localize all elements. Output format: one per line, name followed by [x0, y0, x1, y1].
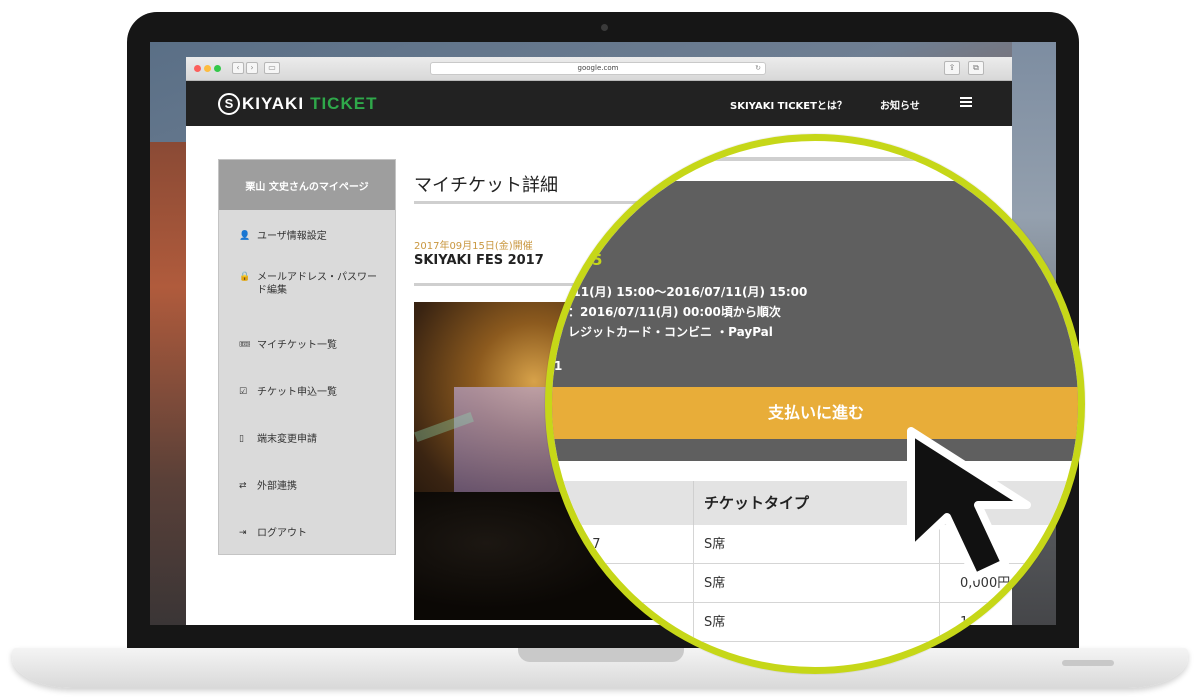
address-bar[interactable]: google.com ↻ [430, 62, 766, 75]
sidebar-header: 栗山 文史さんのマイページ [219, 160, 395, 210]
sidebar-item-ticket-applications[interactable]: ☑ チケット申込一覧 [219, 386, 395, 399]
magnified-ticket-count: 5 [592, 251, 603, 269]
magnified-sale-period: /11(月) 15:00〜2016/07/11(月) 15:00 [568, 285, 808, 299]
sidebar-item-label: メールアドレス・パスワード編集 [257, 272, 377, 296]
nav-link-about[interactable]: SKIYAKI TICKETとは？ [730, 97, 847, 112]
browser-toolbar: ‹ › ▭ google.com ↻ ⇪ ⧉ [186, 57, 1012, 81]
promo-image: ‹ › ▭ google.com ↻ ⇪ ⧉ S KIYAKI TICKET S… [0, 0, 1200, 700]
mouse-pointer-icon [907, 427, 1031, 581]
minimize-window-icon[interactable] [204, 65, 211, 72]
nav-link-news[interactable]: お知らせ [880, 97, 920, 112]
page-title: マイチケット詳細 [414, 175, 558, 196]
event-name: SKIYAKI FES 2017 [414, 253, 544, 268]
magnified-issue-date: ：2016/07/11(月) 00:00頃から順次 [568, 305, 781, 319]
maximize-window-icon[interactable] [214, 65, 221, 72]
ticket-icon: 🎟 [239, 340, 251, 350]
sidebar-item-external-links[interactable]: ⇄ 外部連携 [219, 480, 395, 493]
sidebar-item-label: ログアウト [257, 528, 307, 539]
table-row: S席 10,0 [552, 603, 1078, 642]
magnified-divider [652, 157, 992, 161]
event-date: 2017年09月15日(金)開催 [414, 241, 533, 252]
sidebar-item-label: マイチケット一覧 [257, 340, 337, 351]
ticket-id-cell: 6a7 [552, 525, 694, 564]
logo-text-ticket: TICKET [310, 94, 378, 113]
table-header-id [552, 481, 694, 525]
menu-icon[interactable] [960, 97, 972, 107]
mobile-icon: ▯ [239, 434, 244, 444]
logo-mark-icon: S [218, 93, 240, 115]
sidebar-item-device-change[interactable]: ▯ 端末変更申請 [219, 433, 395, 446]
magnified-quantity: 1 [554, 359, 563, 373]
magnified-payment-methods: レジットカード・コンビニ ・PayPal [568, 325, 773, 339]
checkbox-icon: ☑ [239, 387, 248, 397]
sidebar-item-label: 端末変更申請 [257, 434, 317, 445]
share-icon[interactable]: ⇪ [944, 61, 960, 75]
logout-icon: ⇥ [239, 528, 247, 538]
forward-button[interactable]: › [246, 62, 258, 74]
ticket-type-cell: S席 [694, 525, 940, 564]
ticket-id-cell [552, 603, 694, 642]
mypage-sidebar: 栗山 文史さんのマイページ 👤 ユーザ情報設定 🔒 メールアドレス・パスワード編… [218, 159, 396, 555]
sidebar-toggle-icon[interactable]: ▭ [264, 62, 280, 74]
table-header-ticket-type: チケットタイプ [694, 481, 940, 525]
back-button[interactable]: ‹ [232, 62, 244, 74]
sidebar-item-label: 外部連携 [257, 481, 297, 492]
sidebar-item-my-tickets[interactable]: 🎟 マイチケット一覧 [219, 339, 395, 352]
lock-icon: 🔒 [239, 272, 251, 282]
address-text: google.com [577, 64, 619, 72]
ticket-price-cell: 10,0 [960, 615, 989, 630]
laptop-camera [601, 24, 608, 31]
site-logo[interactable]: S KIYAKI TICKET [218, 92, 377, 116]
tabs-icon[interactable]: ⧉ [968, 61, 984, 75]
sidebar-item-user-settings[interactable]: 👤 ユーザ情報設定 [219, 230, 395, 243]
close-window-icon[interactable] [194, 65, 201, 72]
exchange-icon: ⇄ [239, 481, 247, 491]
magnifier-callout: 5 /11(月) 15:00〜2016/07/11(月) 15:00 ：2016… [545, 134, 1085, 674]
reload-icon[interactable]: ↻ [755, 63, 761, 74]
sidebar-item-label: ユーザ情報設定 [257, 231, 327, 242]
sidebar-item-label: チケット申込一覧 [257, 387, 337, 398]
user-icon: 👤 [239, 231, 251, 241]
ticket-type-cell: S席 [694, 564, 940, 603]
ticket-type-cell: S席 [694, 603, 940, 642]
ticket-id-cell [552, 564, 694, 603]
logo-text-skiyaki: KIYAKI [242, 94, 305, 113]
sidebar-item-logout[interactable]: ⇥ ログアウト [219, 527, 395, 540]
desktop-wallpaper-left [150, 142, 186, 625]
laptop-notch [518, 648, 684, 662]
laptop-foot [1062, 660, 1114, 666]
sidebar-item-email-password[interactable]: 🔒 メールアドレス・パスワード編集 [219, 271, 395, 297]
site-header: S KIYAKI TICKET SKIYAKI TICKETとは？ お知らせ [186, 81, 1012, 126]
